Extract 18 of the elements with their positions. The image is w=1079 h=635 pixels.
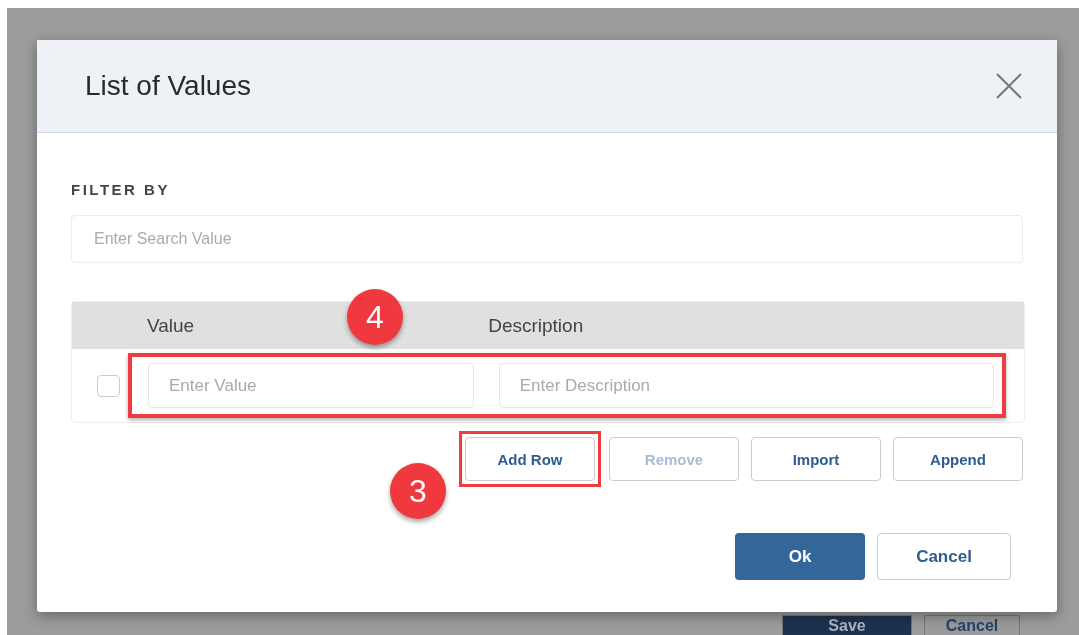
value-input[interactable]: Enter Value [148, 363, 474, 408]
description-input[interactable]: Enter Description [498, 363, 994, 408]
dialog-title: List of Values [85, 70, 252, 102]
background-button[interactable]: Cancel [924, 615, 1020, 635]
search-field[interactable]: Enter Search Value [71, 215, 1023, 263]
close-icon[interactable] [996, 73, 1022, 99]
callout-badge: 3 [390, 463, 446, 519]
row-action-button[interactable]: Append [893, 437, 1023, 481]
dialog-button[interactable]: Cancel [877, 533, 1011, 580]
background-button[interactable]: Save [782, 615, 912, 635]
column-header: Value [147, 314, 195, 337]
filter-label: FILTER BY [71, 181, 170, 198]
row-action-button[interactable]: Import [751, 437, 881, 481]
callout-badge: 4 [347, 289, 403, 345]
row-checkbox[interactable] [97, 374, 120, 397]
row-action-button[interactable]: Add Row [465, 437, 595, 481]
column-header: Description [488, 314, 584, 337]
dialog-button[interactable]: Ok [735, 533, 865, 580]
